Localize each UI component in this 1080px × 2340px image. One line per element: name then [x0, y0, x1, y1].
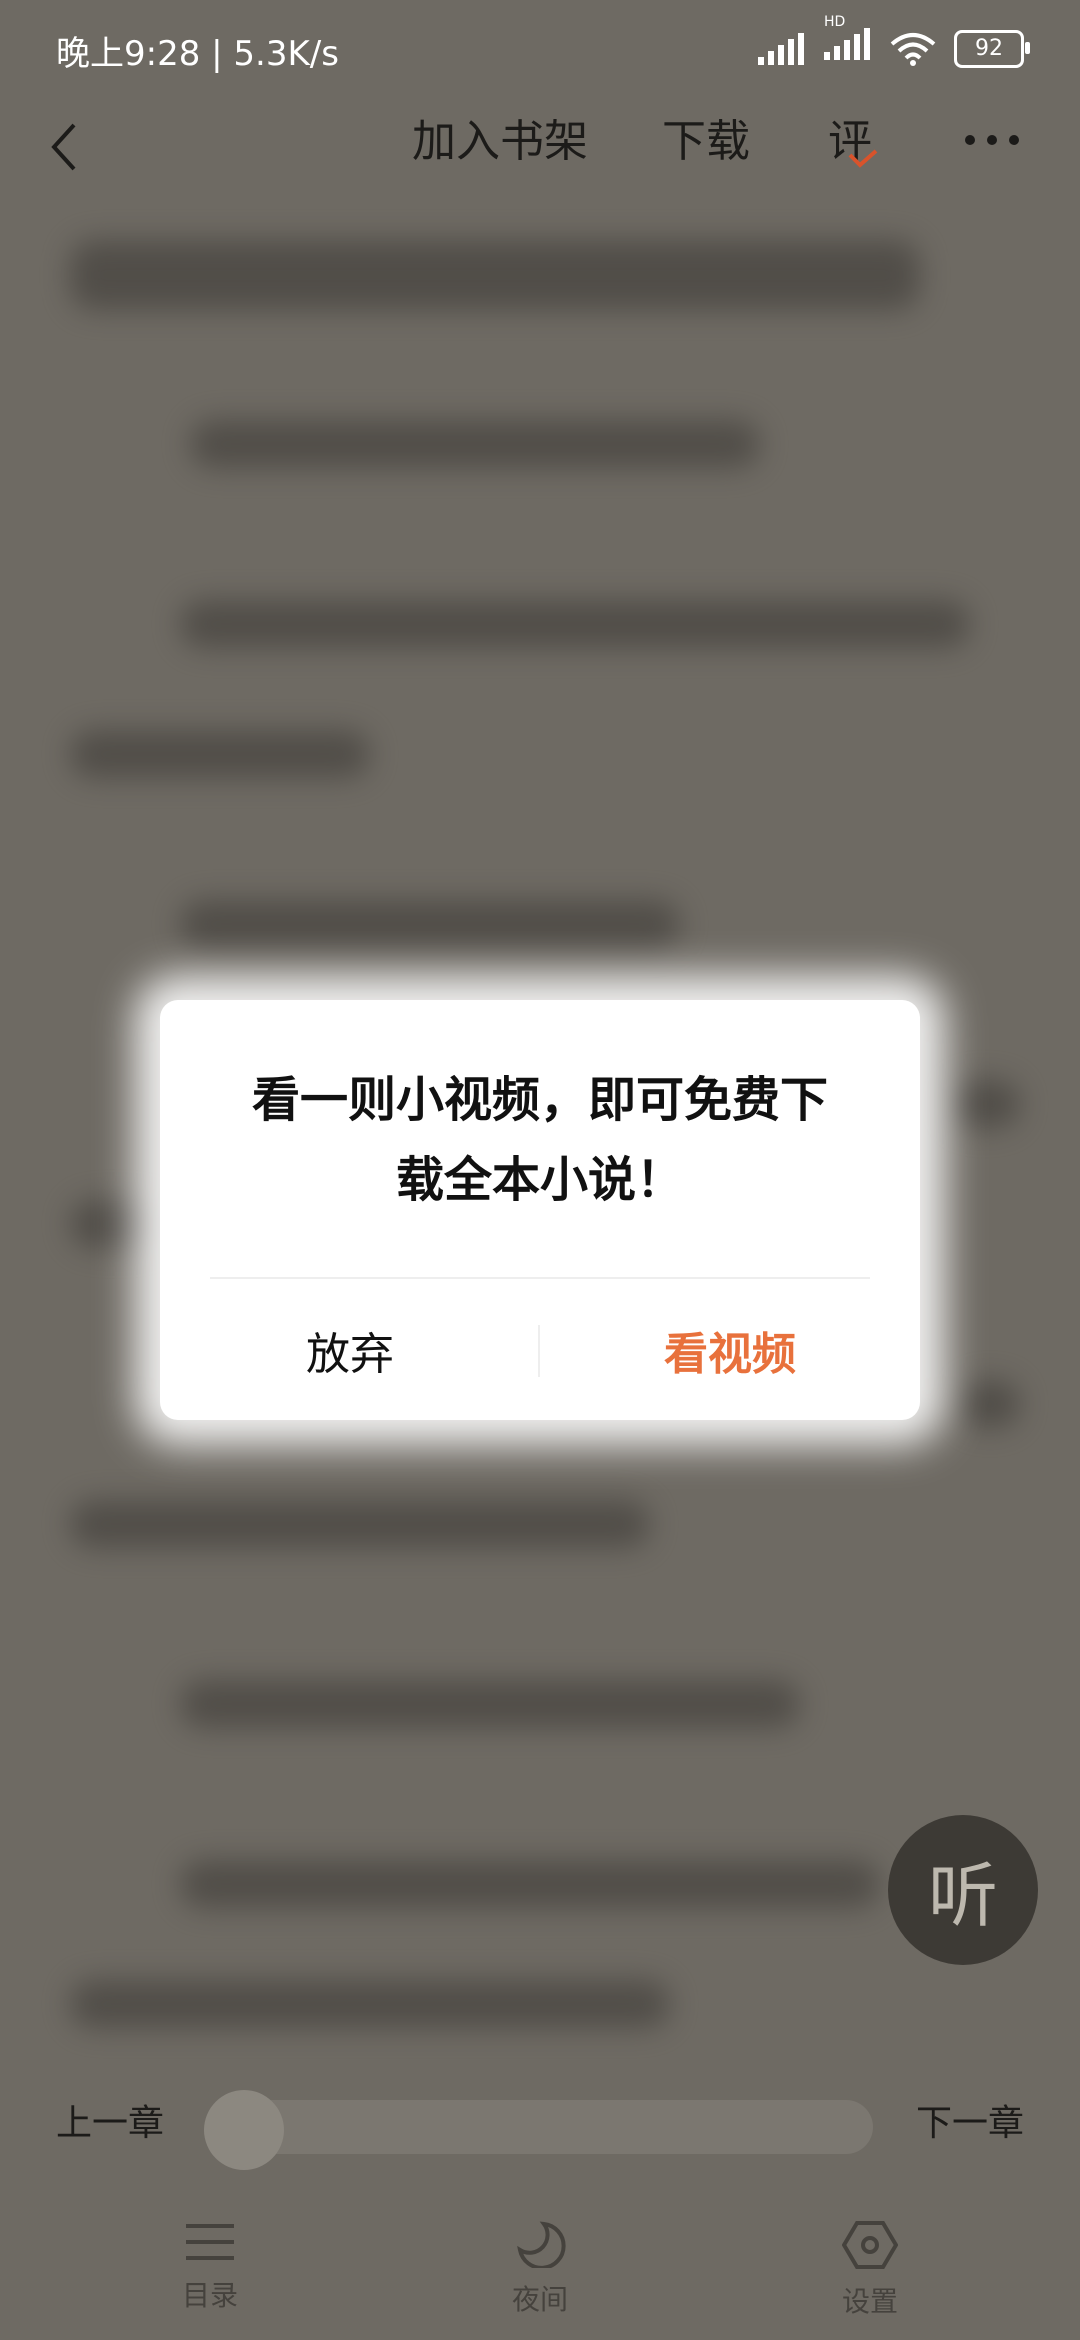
status-time-speed: 晚上9:28 | 5.3K/s [56, 34, 339, 74]
battery-icon: 92 [954, 29, 1030, 68]
signal-icon [758, 32, 804, 65]
chapter-bar: 上一章 下一章 [0, 2080, 1080, 2170]
blur-line [180, 600, 970, 648]
dialog-message-line1: 看一则小视频，即可免费下 [251, 1072, 828, 1128]
slider-thumb[interactable] [204, 2090, 284, 2170]
cancel-button[interactable]: 放弃 [190, 1320, 510, 1390]
dialog-divider [210, 1277, 870, 1279]
status-icons: HD 92 [758, 14, 1030, 69]
hd-label: HD [824, 14, 846, 30]
prev-chapter-button[interactable]: 上一章 [56, 2094, 164, 2146]
next-chapter-button[interactable]: 下一章 [916, 2094, 1024, 2146]
blur-line [180, 900, 680, 948]
check-icon [848, 149, 878, 168]
watch-video-button[interactable]: 看视频 [570, 1320, 890, 1390]
dialog-message-line2: 载全本小说！ [395, 1152, 684, 1208]
add-to-shelf-button[interactable]: 加入书架 [412, 105, 588, 169]
video-download-dialog: 看一则小视频，即可免费下 载全本小说！ 放弃 看视频 [160, 1000, 920, 1420]
signal-icon-2 [824, 28, 870, 60]
battery-level: 92 [975, 36, 1003, 61]
blur-line [70, 1980, 670, 2028]
download-button[interactable]: 下载 [662, 105, 750, 169]
more-icon[interactable] [962, 120, 1022, 160]
blur-line [190, 420, 760, 468]
blur-line [70, 240, 920, 310]
tab-night-label: 夜间 [511, 2283, 568, 2316]
blur-line [70, 1500, 650, 1548]
comment-button[interactable]: 评 [828, 105, 878, 169]
blur-line [950, 1080, 1020, 1128]
tab-night[interactable]: 夜间 [470, 2190, 610, 2318]
blur-line [70, 1200, 160, 1248]
dialog-message: 看一则小视频，即可免费下 载全本小说！ [220, 1060, 860, 1220]
blur-line [180, 1860, 880, 1908]
menu-icon [186, 2224, 234, 2260]
blur-line [180, 1680, 800, 1728]
tab-settings-label: 设置 [841, 2285, 898, 2318]
wifi-icon [890, 32, 936, 66]
bottom-bar: 目录 夜间 设置 [0, 2190, 1080, 2340]
hd-signal: HD [824, 14, 872, 69]
chapter-progress-slider[interactable] [204, 2090, 873, 2170]
tab-toc-label: 目录 [181, 2279, 238, 2312]
dialog-button-divider [538, 1325, 540, 1377]
settings-icon [842, 2221, 898, 2269]
listen-button[interactable]: 听 [888, 1815, 1038, 1965]
blur-line [960, 1380, 1020, 1428]
blur-line [70, 730, 370, 778]
tab-settings[interactable]: 设置 [800, 2190, 940, 2320]
status-bar: 晚上9:28 | 5.3K/s HD 92 [0, 0, 1080, 95]
tab-toc[interactable]: 目录 [140, 2190, 280, 2314]
back-arrow-icon[interactable] [38, 117, 98, 177]
moon-icon [517, 2221, 566, 2268]
